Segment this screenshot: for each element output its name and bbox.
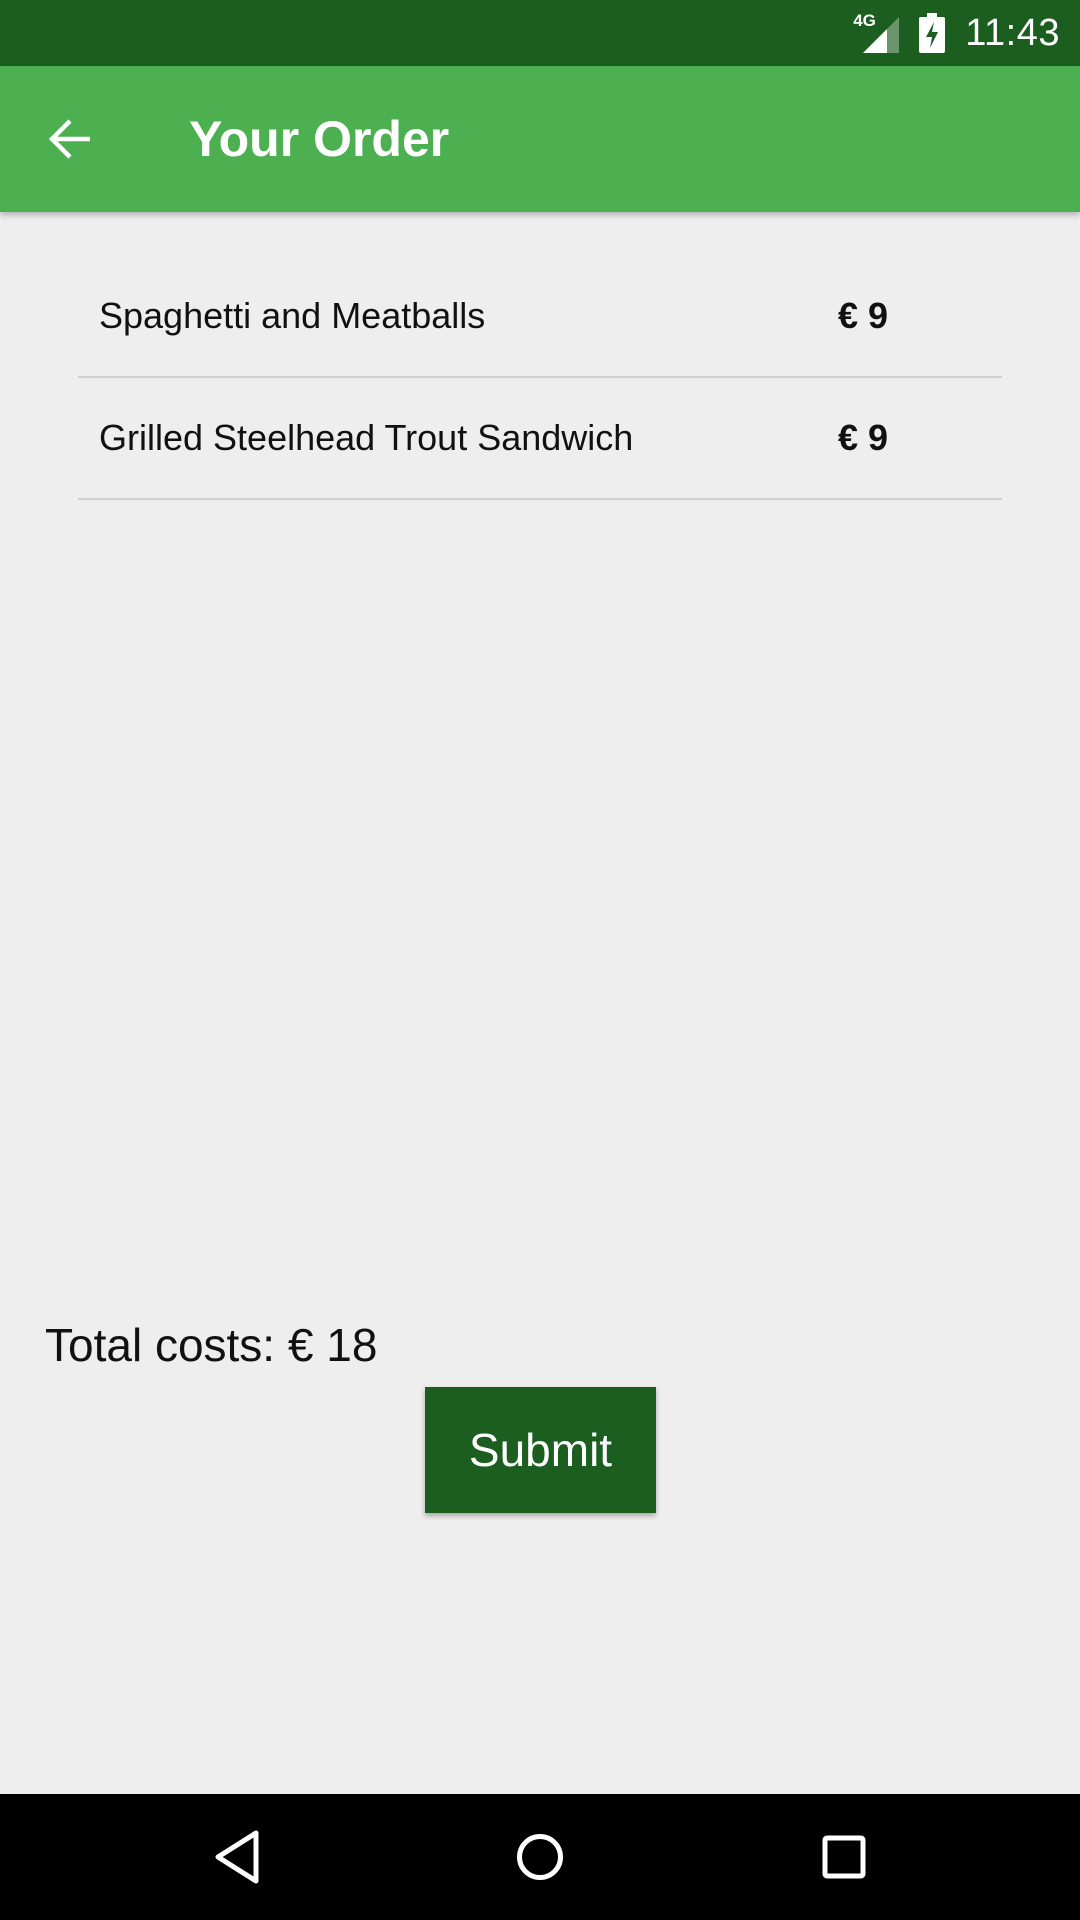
- nav-back-button[interactable]: [174, 1794, 300, 1920]
- status-bar: 4G 11:43: [0, 0, 1080, 66]
- status-icons: 4G 11:43: [853, 0, 1060, 66]
- clock: 11:43: [965, 11, 1060, 54]
- back-button[interactable]: [34, 103, 106, 175]
- order-item-name: Spaghetti and Meatballs: [99, 295, 486, 336]
- signal-indicator: 4G: [853, 11, 900, 53]
- page-title: Your Order: [189, 111, 450, 167]
- order-item[interactable]: Grilled Steelhead Trout Sandwich € 9: [78, 378, 1002, 500]
- arrow-back-icon: [48, 119, 90, 159]
- nav-recents-button[interactable]: [781, 1794, 907, 1920]
- app-bar: Your Order: [0, 66, 1080, 212]
- submit-button[interactable]: Submit: [425, 1387, 656, 1513]
- back-triangle-icon: [215, 1830, 259, 1884]
- order-list: Spaghetti and Meatballs € 9 Grilled Stee…: [78, 256, 1002, 500]
- order-item[interactable]: Spaghetti and Meatballs € 9: [78, 256, 1002, 378]
- recents-square-icon: [822, 1835, 866, 1879]
- order-item-name: Grilled Steelhead Trout Sandwich: [99, 417, 634, 458]
- order-item-price: € 9: [838, 295, 889, 336]
- signal-icon: [863, 17, 900, 53]
- order-item-price: € 9: [838, 417, 889, 458]
- home-circle-icon: [517, 1834, 563, 1880]
- total-costs: Total costs: € 18: [45, 1319, 378, 1371]
- nav-home-button[interactable]: [477, 1794, 603, 1920]
- battery-charging-icon: [919, 13, 946, 53]
- navigation-bar: [0, 1794, 1080, 1920]
